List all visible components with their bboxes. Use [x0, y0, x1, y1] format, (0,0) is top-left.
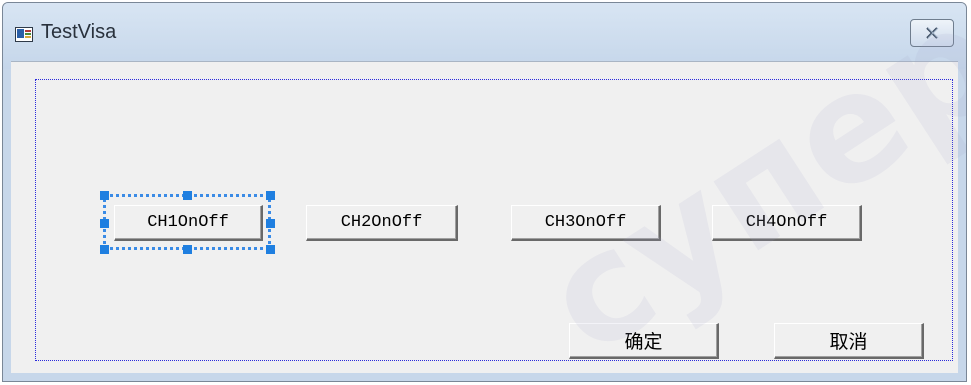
resize-handle-top-left[interactable]: [100, 191, 109, 200]
ch1-onoff-button[interactable]: CH1OnOff: [114, 205, 263, 241]
resize-handle-top-middle[interactable]: [183, 191, 192, 200]
app-icon: [15, 27, 33, 42]
resize-handle-bottom-left[interactable]: [100, 245, 109, 254]
dialog-client-area: CH1OnOff CH2OnOff CH3OnOff CH4OnOff 确定 取…: [11, 61, 958, 373]
close-icon: [926, 27, 939, 39]
ch4-onoff-button[interactable]: CH4OnOff: [712, 205, 862, 241]
resize-handle-bottom-right[interactable]: [266, 245, 275, 254]
resize-handle-bottom-middle[interactable]: [183, 245, 192, 254]
window-title: TestVisa: [41, 21, 117, 43]
cancel-button[interactable]: 取消: [774, 323, 924, 359]
ch3-onoff-button[interactable]: CH3OnOff: [511, 205, 661, 241]
close-button[interactable]: [910, 19, 954, 47]
resize-handle-middle-left[interactable]: [100, 219, 109, 228]
resize-handle-middle-right[interactable]: [266, 219, 275, 228]
title-bar[interactable]: TestVisa: [3, 3, 966, 69]
ok-button[interactable]: 确定: [569, 323, 719, 359]
dialog-window: TestVisa CH1OnOff CH2OnOff CH3OnOff CH4O…: [2, 2, 967, 382]
ch2-onoff-button[interactable]: CH2OnOff: [306, 205, 458, 241]
resize-handle-top-right[interactable]: [266, 191, 275, 200]
